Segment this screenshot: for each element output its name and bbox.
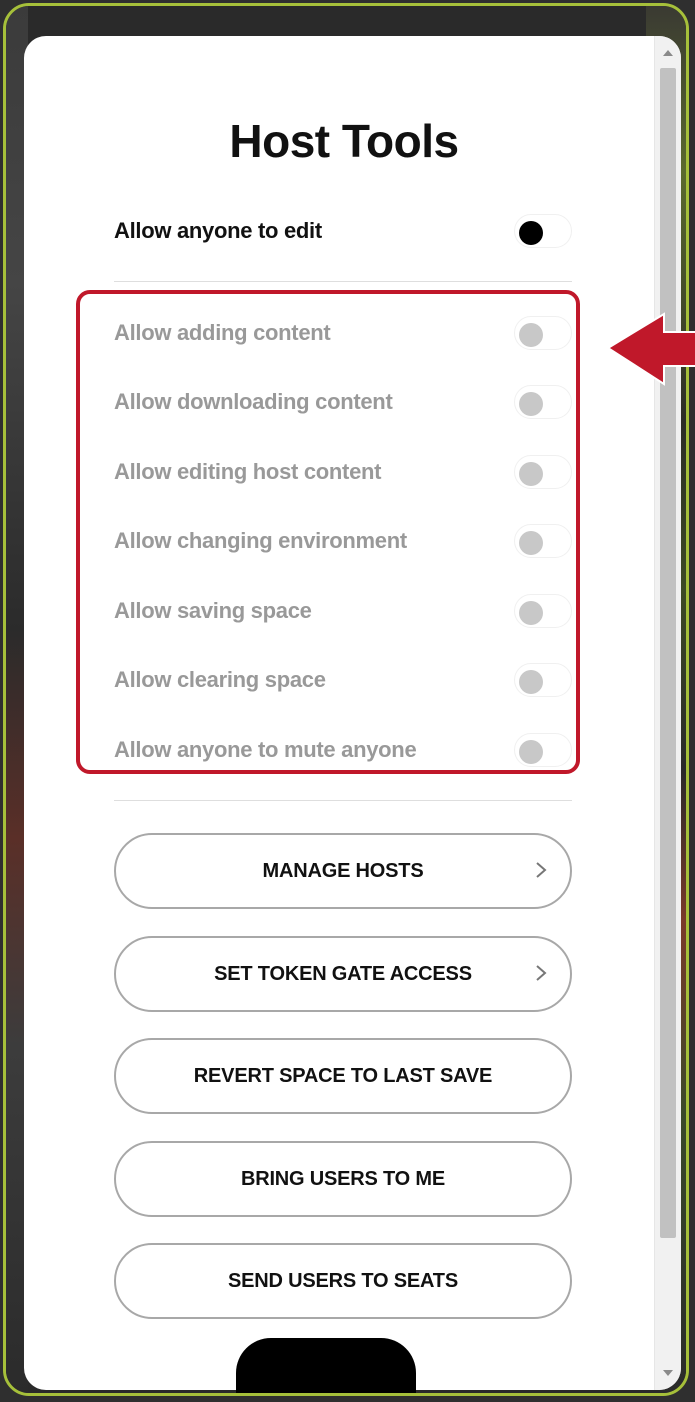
manage-hosts-button[interactable]: MANAGE HOSTS: [114, 833, 572, 909]
host-tools-panel: Host Tools Allow anyone to edit Allow ad…: [24, 36, 681, 1390]
page-title: Host Tools: [229, 115, 459, 167]
chevron-right-icon: [536, 862, 547, 878]
manage-hosts-label: MANAGE HOSTS: [262, 860, 424, 882]
scrollbar[interactable]: [654, 36, 681, 1390]
send-users-to-seats-label: SEND USERS TO SEATS: [228, 1270, 458, 1292]
allow-anyone-to-edit-row: Allow anyone to edit: [114, 212, 574, 252]
scroll-up-arrow-icon[interactable]: [663, 50, 673, 56]
set-token-gate-access-label: SET TOKEN GATE ACCESS: [214, 963, 472, 985]
toggle-knob: [519, 221, 543, 245]
allow-anyone-to-edit-toggle[interactable]: [514, 214, 572, 248]
allow-anyone-to-edit-label: Allow anyone to edit: [114, 218, 322, 243]
divider: [114, 281, 572, 282]
divider: [114, 800, 572, 801]
send-users-to-seats-button[interactable]: SEND USERS TO SEATS: [114, 1243, 572, 1319]
revert-space-label: REVERT SPACE TO LAST SAVE: [193, 1065, 493, 1087]
scroll-down-arrow-icon[interactable]: [663, 1370, 673, 1376]
set-token-gate-access-button[interactable]: SET TOKEN GATE ACCESS: [114, 936, 572, 1012]
annotation-arrow-icon: [606, 312, 695, 386]
scroll-thumb[interactable]: [660, 68, 676, 1238]
highlight-box: [76, 290, 580, 774]
bottom-dock-button[interactable]: [236, 1338, 416, 1393]
app-frame: Host Tools Allow anyone to edit Allow ad…: [3, 3, 689, 1396]
bring-users-to-me-button[interactable]: BRING USERS TO ME: [114, 1141, 572, 1217]
revert-space-button[interactable]: REVERT SPACE TO LAST SAVE: [114, 1038, 572, 1114]
bring-users-to-me-label: BRING USERS TO ME: [240, 1168, 446, 1190]
chevron-right-icon: [536, 965, 547, 981]
